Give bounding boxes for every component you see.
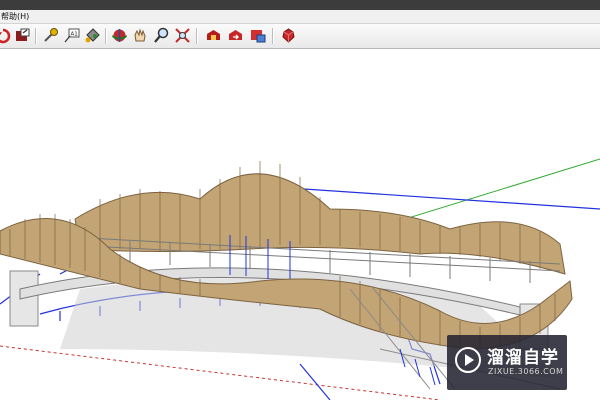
share-component-icon xyxy=(251,30,266,43)
svg-text:A1: A1 xyxy=(71,32,78,38)
share-component-button[interactable] xyxy=(248,26,267,45)
zoom-icon xyxy=(154,27,169,43)
zoom-extents-button[interactable] xyxy=(173,26,192,45)
menu-bar: 帮助(H) xyxy=(0,10,600,24)
share-model-button[interactable] xyxy=(226,26,245,45)
pan-hand-icon xyxy=(134,28,146,42)
text-label-icon: A1 xyxy=(64,28,80,43)
measure-tape-icon xyxy=(44,28,58,42)
watermark-title: 溜溜自学 xyxy=(487,348,559,368)
undo-button[interactable] xyxy=(0,26,12,45)
text-tool-button[interactable]: A1 xyxy=(62,26,81,45)
pan-button[interactable] xyxy=(131,26,150,45)
warehouse-get-models-icon xyxy=(207,30,220,40)
toolbar-separator xyxy=(196,28,198,44)
undo-icon xyxy=(0,28,11,44)
watermark-url: ZIXUE.3066.COM xyxy=(488,367,564,376)
toolbar: A1 xyxy=(0,24,600,49)
paint-button[interactable] xyxy=(83,26,102,45)
orbit-button[interactable] xyxy=(110,26,129,45)
warehouse-share-model-icon xyxy=(229,30,242,40)
layout-button[interactable] xyxy=(13,26,32,45)
extension-ruby-icon xyxy=(282,28,295,43)
measure-button[interactable] xyxy=(41,26,60,45)
menu-help[interactable]: 帮助(H) xyxy=(1,10,29,23)
play-logo-icon xyxy=(455,347,481,373)
toolbar-separator xyxy=(105,28,107,44)
title-bar xyxy=(0,0,600,10)
extension-button[interactable] xyxy=(279,26,298,45)
layout-icon xyxy=(16,28,30,41)
toolbar-separator xyxy=(35,28,37,44)
zoom-extents-icon xyxy=(175,28,190,43)
orbit-icon xyxy=(112,29,127,42)
watermark: 溜溜自学 ZIXUE.3066.COM xyxy=(447,335,567,390)
get-models-button[interactable] xyxy=(204,26,223,45)
zoom-button[interactable] xyxy=(152,26,171,45)
paint-bucket-icon xyxy=(85,28,100,43)
toolbar-separator xyxy=(272,28,274,44)
